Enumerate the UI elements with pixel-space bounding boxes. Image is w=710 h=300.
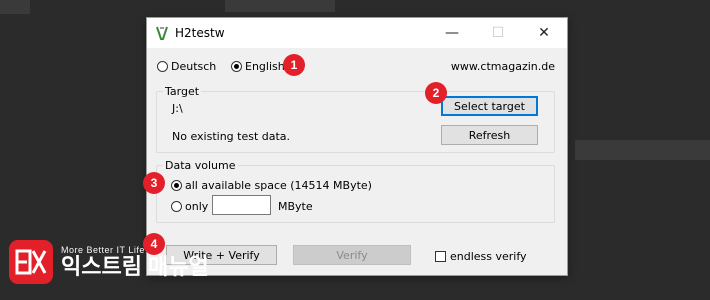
background-shape [575, 140, 710, 160]
step-badge-2: 2 [425, 82, 447, 104]
minimize-button[interactable]: — [429, 18, 475, 48]
h2testw-app-icon [156, 26, 168, 40]
target-legend: Target [165, 85, 200, 98]
radio-all-space[interactable]: all available space (14514 MByte) [171, 179, 372, 192]
endless-verify-label: endless verify [450, 250, 527, 263]
radio-deutsch-indicator[interactable] [157, 61, 168, 72]
logo-ex-icon [15, 249, 47, 275]
site-logo: More Better IT Life 익스트림 매뉴얼 [9, 240, 209, 284]
background-shape [225, 0, 335, 12]
window-title: H2testw [175, 26, 225, 40]
website-url: www.ctmagazin.de [450, 60, 555, 73]
radio-deutsch[interactable]: Deutsch [157, 60, 216, 73]
logo-mark-icon [9, 240, 53, 284]
logo-text: More Better IT Life 익스트림 매뉴얼 [61, 245, 209, 279]
h2testw-window: H2testw — ☐ ✕ Deutsch English www.ctmaga… [146, 17, 568, 276]
logo-name: 익스트림 매뉴얼 [61, 254, 209, 279]
background-shape [0, 0, 30, 14]
step-badge-1: 1 [283, 54, 305, 76]
radio-only[interactable]: only [171, 200, 208, 213]
target-path: J:\ [172, 102, 183, 115]
data-volume-legend: Data volume [165, 159, 236, 172]
radio-only-indicator[interactable] [171, 201, 182, 212]
radio-all-space-label: all available space (14514 MByte) [185, 179, 372, 192]
radio-english[interactable]: English [231, 60, 285, 73]
logo-tagline: More Better IT Life [61, 245, 145, 255]
radio-all-space-indicator[interactable] [171, 180, 182, 191]
radio-deutsch-label: Deutsch [171, 60, 217, 73]
verify-button: Verify [293, 245, 411, 265]
refresh-button[interactable]: Refresh [441, 125, 538, 145]
target-status: No existing test data. [172, 130, 291, 143]
endless-verify-checkbox[interactable]: endless verify [435, 250, 527, 263]
select-target-button[interactable]: Select target [441, 96, 538, 116]
radio-only-label: only [185, 200, 209, 213]
title-bar[interactable]: H2testw — ☐ ✕ [147, 18, 567, 48]
mbyte-unit-label: MByte [278, 200, 313, 213]
maximize-button[interactable]: ☐ [475, 18, 521, 48]
step-badge-3: 3 [143, 172, 165, 194]
close-button[interactable]: ✕ [521, 18, 567, 48]
endless-verify-checkbox-box[interactable] [435, 251, 446, 262]
radio-english-indicator[interactable] [231, 61, 242, 72]
only-mbyte-input[interactable] [212, 195, 271, 215]
radio-english-label: English [245, 60, 285, 73]
